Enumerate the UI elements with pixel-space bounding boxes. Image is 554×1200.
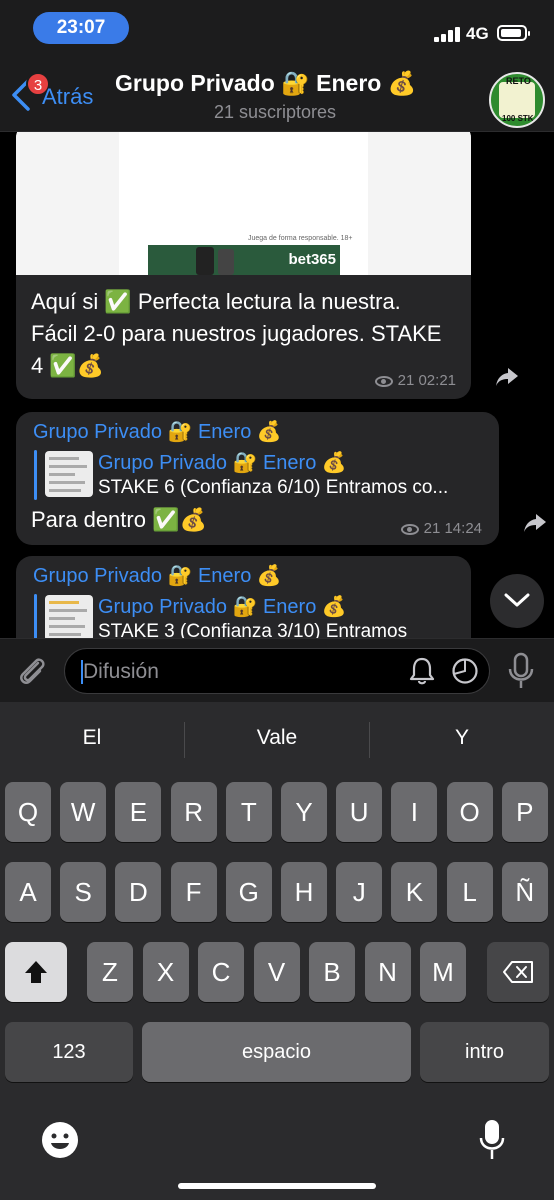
suggestion-2[interactable]: Vale <box>185 726 369 750</box>
key-g[interactable]: G <box>225 862 272 922</box>
message-text: Aquí si ✅ Perfecta lectura la nuestra. F… <box>31 289 442 378</box>
key-x[interactable]: X <box>142 942 189 1002</box>
message-time: 21 14:24 <box>423 520 482 537</box>
key-k[interactable]: K <box>391 862 438 922</box>
status-time[interactable]: 23:07 <box>33 12 129 44</box>
key-i[interactable]: I <box>391 782 438 842</box>
status-bar: 23:07 4G <box>0 0 554 56</box>
return-key[interactable]: intro <box>420 1022 549 1082</box>
back-button[interactable]: 3 Atrás <box>8 72 108 114</box>
suggestion-3[interactable]: Y <box>370 726 554 750</box>
keyboard: El Vale Y QWERTYUIOP ASDFGHJKLÑ ZXCVBNM … <box>0 702 554 1200</box>
chat-header: 3 Atrás Grupo Privado 🔐 Enero 💰 21 suscr… <box>0 56 554 132</box>
key-w[interactable]: W <box>60 782 107 842</box>
forward-button[interactable] <box>494 366 526 398</box>
key-l[interactable]: L <box>446 862 493 922</box>
message-bubble[interactable]: Grupo Privado 🔐 Enero 💰 Grupo Privado 🔐 … <box>16 412 499 545</box>
ad-logo: bet365 <box>288 251 336 268</box>
shift-icon <box>25 961 47 983</box>
ad-caption: Juega de forma responsable. 18+ <box>248 235 353 242</box>
key-f[interactable]: F <box>170 862 217 922</box>
key-o[interactable]: O <box>446 782 493 842</box>
backspace-icon <box>503 961 533 983</box>
key-n[interactable]: N <box>364 942 411 1002</box>
message-bubble[interactable]: Juega de forma responsable. 18+ bet365 A… <box>16 132 471 399</box>
reply-preview[interactable]: Grupo Privado 🔐 Enero 💰 STAKE 6 (Confian… <box>34 450 484 500</box>
key-s[interactable]: S <box>60 862 107 922</box>
key-y[interactable]: Y <box>281 782 327 842</box>
message-text: Para dentro ✅💰 <box>31 507 207 532</box>
chevron-down-icon <box>504 593 530 607</box>
message-time: 21 02:21 <box>397 372 456 389</box>
chat-title[interactable]: Grupo Privado 🔐 Enero 💰 <box>115 70 450 97</box>
reply-title: Grupo Privado 🔐 Enero 💰 <box>98 452 347 474</box>
microphone-icon[interactable] <box>506 651 536 691</box>
views-icon <box>374 375 393 387</box>
forwarded-from[interactable]: Grupo Privado 🔐 Enero 💰 <box>33 563 282 588</box>
key-q[interactable]: Q <box>5 782 51 842</box>
key-b[interactable]: B <box>309 942 355 1002</box>
reply-thumbnail <box>45 451 93 497</box>
space-key[interactable]: espacio <box>142 1022 411 1082</box>
key-p[interactable]: P <box>501 782 548 842</box>
paperclip-icon[interactable] <box>14 653 50 689</box>
reply-title: Grupo Privado 🔐 Enero 💰 <box>98 596 347 618</box>
key-h[interactable]: H <box>281 862 327 922</box>
bell-icon[interactable] <box>408 656 436 686</box>
key-c[interactable]: C <box>198 942 244 1002</box>
channel-avatar[interactable]: RETO 100 STK <box>489 72 545 128</box>
share-icon <box>524 514 546 532</box>
forwarded-from[interactable]: Grupo Privado 🔐 Enero 💰 <box>33 419 282 444</box>
message-meta: 21 14:24 <box>400 520 482 537</box>
input-placeholder: Difusión <box>83 660 159 683</box>
back-label: Atrás <box>42 84 94 109</box>
message-meta: 21 02:21 <box>374 372 456 389</box>
key-r[interactable]: R <box>170 782 217 842</box>
scroll-to-bottom-button[interactable] <box>490 574 544 628</box>
reply-text: STAKE 3 (Confianza 3/10) Entramos <box>98 621 408 638</box>
message-bubble[interactable]: Grupo Privado 🔐 Enero 💰 Grupo Privado 🔐 … <box>16 556 471 638</box>
forward-button[interactable] <box>522 512 554 544</box>
key-t[interactable]: T <box>225 782 272 842</box>
emoji-icon[interactable] <box>40 1120 80 1160</box>
key-a[interactable]: A <box>5 862 51 922</box>
ad-banner: bet365 <box>148 245 340 275</box>
home-indicator <box>178 1183 376 1189</box>
backspace-key[interactable] <box>487 942 549 1002</box>
timer-icon[interactable] <box>451 657 479 685</box>
reply-text: STAKE 6 (Confianza 6/10) Entramos co... <box>98 477 449 498</box>
views-icon <box>400 523 419 535</box>
signal-icon <box>434 26 462 42</box>
message-input[interactable]: Difusión <box>64 648 490 694</box>
reply-preview[interactable]: Grupo Privado 🔐 Enero 💰 STAKE 3 (Confian… <box>34 594 471 638</box>
key-u[interactable]: U <box>336 782 383 842</box>
reply-thumbnail <box>45 595 93 638</box>
key-z[interactable]: Z <box>87 942 133 1002</box>
share-icon <box>496 368 518 386</box>
dictation-icon[interactable] <box>478 1118 506 1162</box>
key-ñ[interactable]: Ñ <box>501 862 548 922</box>
key-e[interactable]: E <box>115 782 162 842</box>
key-d[interactable]: D <box>115 862 162 922</box>
network-type: 4G <box>466 24 489 43</box>
avatar-text-bottom: 100 STK <box>502 114 534 123</box>
message-image[interactable]: Juega de forma responsable. 18+ bet365 <box>16 132 471 275</box>
key-m[interactable]: M <box>420 942 466 1002</box>
battery-icon <box>497 25 530 41</box>
shift-key[interactable] <box>5 942 67 1002</box>
numbers-key[interactable]: 123 <box>5 1022 133 1082</box>
suggestion-1[interactable]: El <box>0 726 184 750</box>
key-v[interactable]: V <box>253 942 300 1002</box>
key-j[interactable]: J <box>336 862 383 922</box>
chat-subtitle: 21 suscriptores <box>213 102 337 122</box>
avatar-text-top: RETO <box>506 76 531 86</box>
message-list[interactable]: Juega de forma responsable. 18+ bet365 A… <box>0 132 554 638</box>
composer-bar: Difusión <box>0 638 554 702</box>
suggestion-bar: El Vale Y <box>0 702 554 778</box>
